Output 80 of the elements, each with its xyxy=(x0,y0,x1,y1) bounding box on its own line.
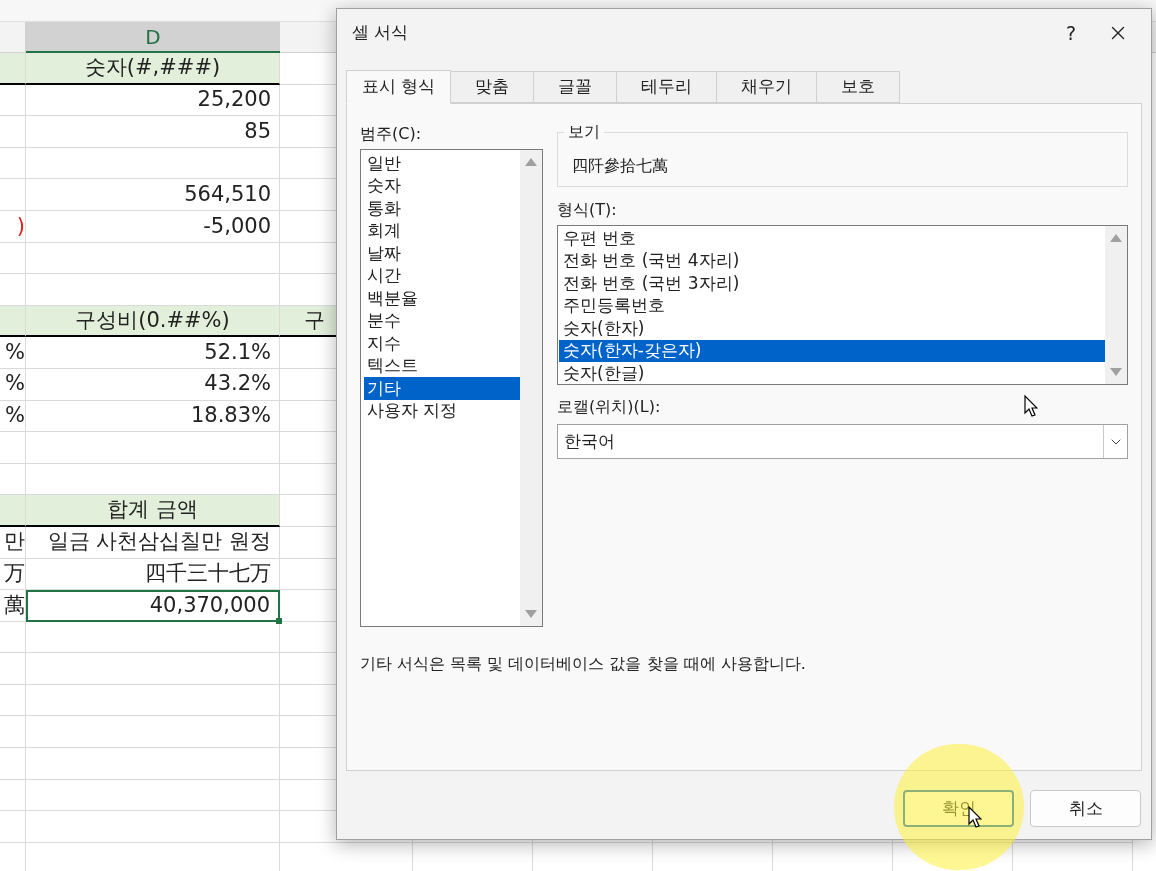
table-cell xyxy=(0,84,26,117)
list-item[interactable]: 숫자(한글) xyxy=(559,362,1105,385)
table-cell: 일금 사천삼십칠만 원정 xyxy=(26,526,280,559)
selected-cell[interactable]: 40,370,000 xyxy=(26,590,280,622)
table-cell: % xyxy=(0,337,26,369)
tab[interactable]: 표시 형식 xyxy=(346,70,452,104)
table-cell xyxy=(0,116,26,148)
table-cell xyxy=(0,779,26,812)
help-button[interactable]: ? xyxy=(1049,13,1093,53)
table-cell xyxy=(0,305,26,338)
tab[interactable]: 보호 xyxy=(817,71,901,103)
list-item[interactable]: 주민등록번호 xyxy=(559,294,1105,317)
table-cell xyxy=(0,274,26,306)
table-cell xyxy=(0,684,26,717)
list-item[interactable]: 텍스트 xyxy=(364,354,520,377)
table-cell: 만 xyxy=(0,526,26,559)
column-header[interactable]: D xyxy=(26,22,280,53)
column-header[interactable] xyxy=(0,22,26,53)
list-item[interactable]: 시간 xyxy=(364,264,520,287)
table-cell xyxy=(0,716,26,749)
list-item[interactable]: 숫자(한자-갖은자) xyxy=(559,339,1105,362)
table-cell: 564,510 xyxy=(26,179,280,211)
scroll-up-icon[interactable] xyxy=(1110,234,1122,242)
scrollbar[interactable] xyxy=(520,150,542,626)
tab[interactable]: 채우기 xyxy=(717,71,818,103)
field-label: 형식(T): xyxy=(557,199,617,220)
scroll-down-icon[interactable] xyxy=(525,610,537,618)
cancel-button[interactable]: 취소 xyxy=(1030,790,1141,827)
table-cell: 万 xyxy=(0,558,26,591)
table-cell: 萬 xyxy=(0,590,26,622)
list-item[interactable]: 숫자 xyxy=(364,174,520,197)
header-cell: 숫자(#,###) xyxy=(26,53,280,85)
field-label: 로캘(위치)(L): xyxy=(557,396,661,417)
list-item[interactable]: 전화 번호 (국번 4자리) xyxy=(559,249,1105,272)
table-cell: 85 xyxy=(26,116,280,148)
description-text: 기타 서식은 목록 및 데이터베이스 값을 찾을 때에 사용합니다. xyxy=(360,653,807,675)
field-label: 범주(C): xyxy=(360,123,422,144)
list-item[interactable]: 통화 xyxy=(364,197,520,220)
list-item[interactable]: 우편 번호 xyxy=(559,227,1105,250)
table-cell: % xyxy=(0,368,26,401)
locale-dropdown[interactable]: 한국어 xyxy=(557,424,1128,459)
table-cell: 43.2% xyxy=(26,368,280,401)
table-cell: 25,200 xyxy=(26,84,280,117)
list-item[interactable]: 일반 xyxy=(364,152,520,175)
format-listbox[interactable]: 우편 번호 전화 번호 (국번 4자리) 전화 번호 (국번 3자리) 주민등록번호 숫자(한자) 숫자(한자-갖은자) 숫자(한글) xyxy=(557,225,1128,385)
table-cell: -5,000 xyxy=(26,210,280,243)
table-cell xyxy=(0,621,26,654)
header-cell: 구성비(0.##%) xyxy=(26,305,280,338)
table-cell xyxy=(0,653,26,685)
tab[interactable]: 글꼴 xyxy=(534,71,618,103)
table-cell: 52.1% xyxy=(26,337,280,369)
table-cell xyxy=(0,811,26,843)
category-listbox[interactable]: 일반 숫자 통화 회계 날짜 시간 백분율 분수 지수 텍스트 기타 사용자 지정 xyxy=(360,149,543,627)
list-item[interactable]: 날짜 xyxy=(364,242,520,265)
list-item[interactable]: 전화 번호 (국번 3자리) xyxy=(559,272,1105,295)
scrollbar[interactable] xyxy=(1105,226,1127,384)
table-cell xyxy=(0,147,26,180)
sample-value: 四阡參拾七萬 xyxy=(572,154,668,177)
list-item[interactable]: 기타 xyxy=(364,377,520,400)
table-cell xyxy=(0,179,26,211)
list-item[interactable]: 사용자 지정 xyxy=(364,399,520,422)
tab[interactable]: 테두리 xyxy=(617,71,718,103)
scroll-down-icon[interactable] xyxy=(1110,368,1122,376)
scroll-up-icon[interactable] xyxy=(525,158,537,166)
table-cell: ) xyxy=(0,210,26,243)
table-cell: 四千三十七万 xyxy=(26,558,280,591)
table-cell: 18.83% xyxy=(26,400,280,433)
table-cell xyxy=(0,748,26,780)
table-cell: % xyxy=(0,400,26,433)
table-cell xyxy=(0,432,26,464)
tab[interactable]: 맞춤 xyxy=(451,71,535,103)
list-item[interactable]: 숫자(한자) xyxy=(559,317,1105,340)
header-cell: 합계 금액 xyxy=(26,495,280,527)
table-cell xyxy=(0,495,26,527)
fill-handle[interactable] xyxy=(276,617,282,624)
mouse-pointer-icon xyxy=(1024,395,1038,417)
list-item[interactable]: 회계 xyxy=(364,219,520,242)
dialog-title: 셀 서식 xyxy=(352,21,410,45)
table-cell xyxy=(0,53,26,85)
table-cell xyxy=(0,242,26,275)
